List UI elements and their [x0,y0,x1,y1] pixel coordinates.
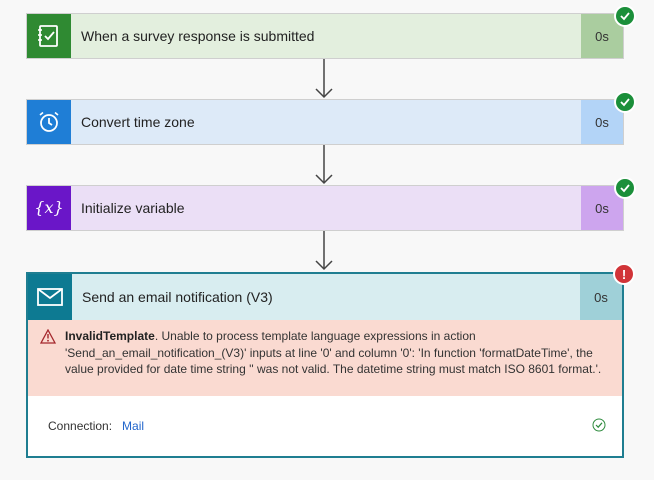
svg-text:{x}: {x} [34,198,63,217]
connection-link[interactable]: Mail [122,419,144,433]
flow-arrow-icon [315,59,333,99]
connection-row: Connection: Mail [28,396,622,456]
error-type-label: InvalidTemplate [65,329,155,343]
success-check-icon [614,5,636,27]
flow-arrow-icon [315,231,333,271]
step-title: Initialize variable [81,200,185,216]
variable-x-icon: {x} [27,186,71,230]
error-message-panel: InvalidTemplate. Unable to process templ… [28,320,622,396]
step-title: Convert time zone [81,114,195,130]
step-card-send-email[interactable]: Send an email notification (V3) 0s Inval… [26,272,624,458]
success-check-icon [614,91,636,113]
step-title: Send an email notification (V3) [82,289,273,305]
mail-envelope-icon [28,274,72,320]
success-check-icon [614,177,636,199]
step-header[interactable]: Send an email notification (V3) 0s [28,274,622,320]
step-title: When a survey response is submitted [81,28,315,44]
connection-ok-icon [592,418,606,435]
step-card-convert-time-zone[interactable]: Convert time zone 0s [26,99,624,145]
warning-triangle-icon [39,328,57,349]
step-card-initialize-variable[interactable]: {x} Initialize variable 0s [26,185,624,231]
error-badge-icon: ! [613,263,635,285]
step-card-survey-trigger[interactable]: When a survey response is submitted 0s [26,13,624,59]
flow-arrow-icon [315,145,333,185]
alarm-clock-icon [27,100,71,144]
connection-label: Connection: [48,419,113,433]
survey-checklist-icon [27,14,71,58]
